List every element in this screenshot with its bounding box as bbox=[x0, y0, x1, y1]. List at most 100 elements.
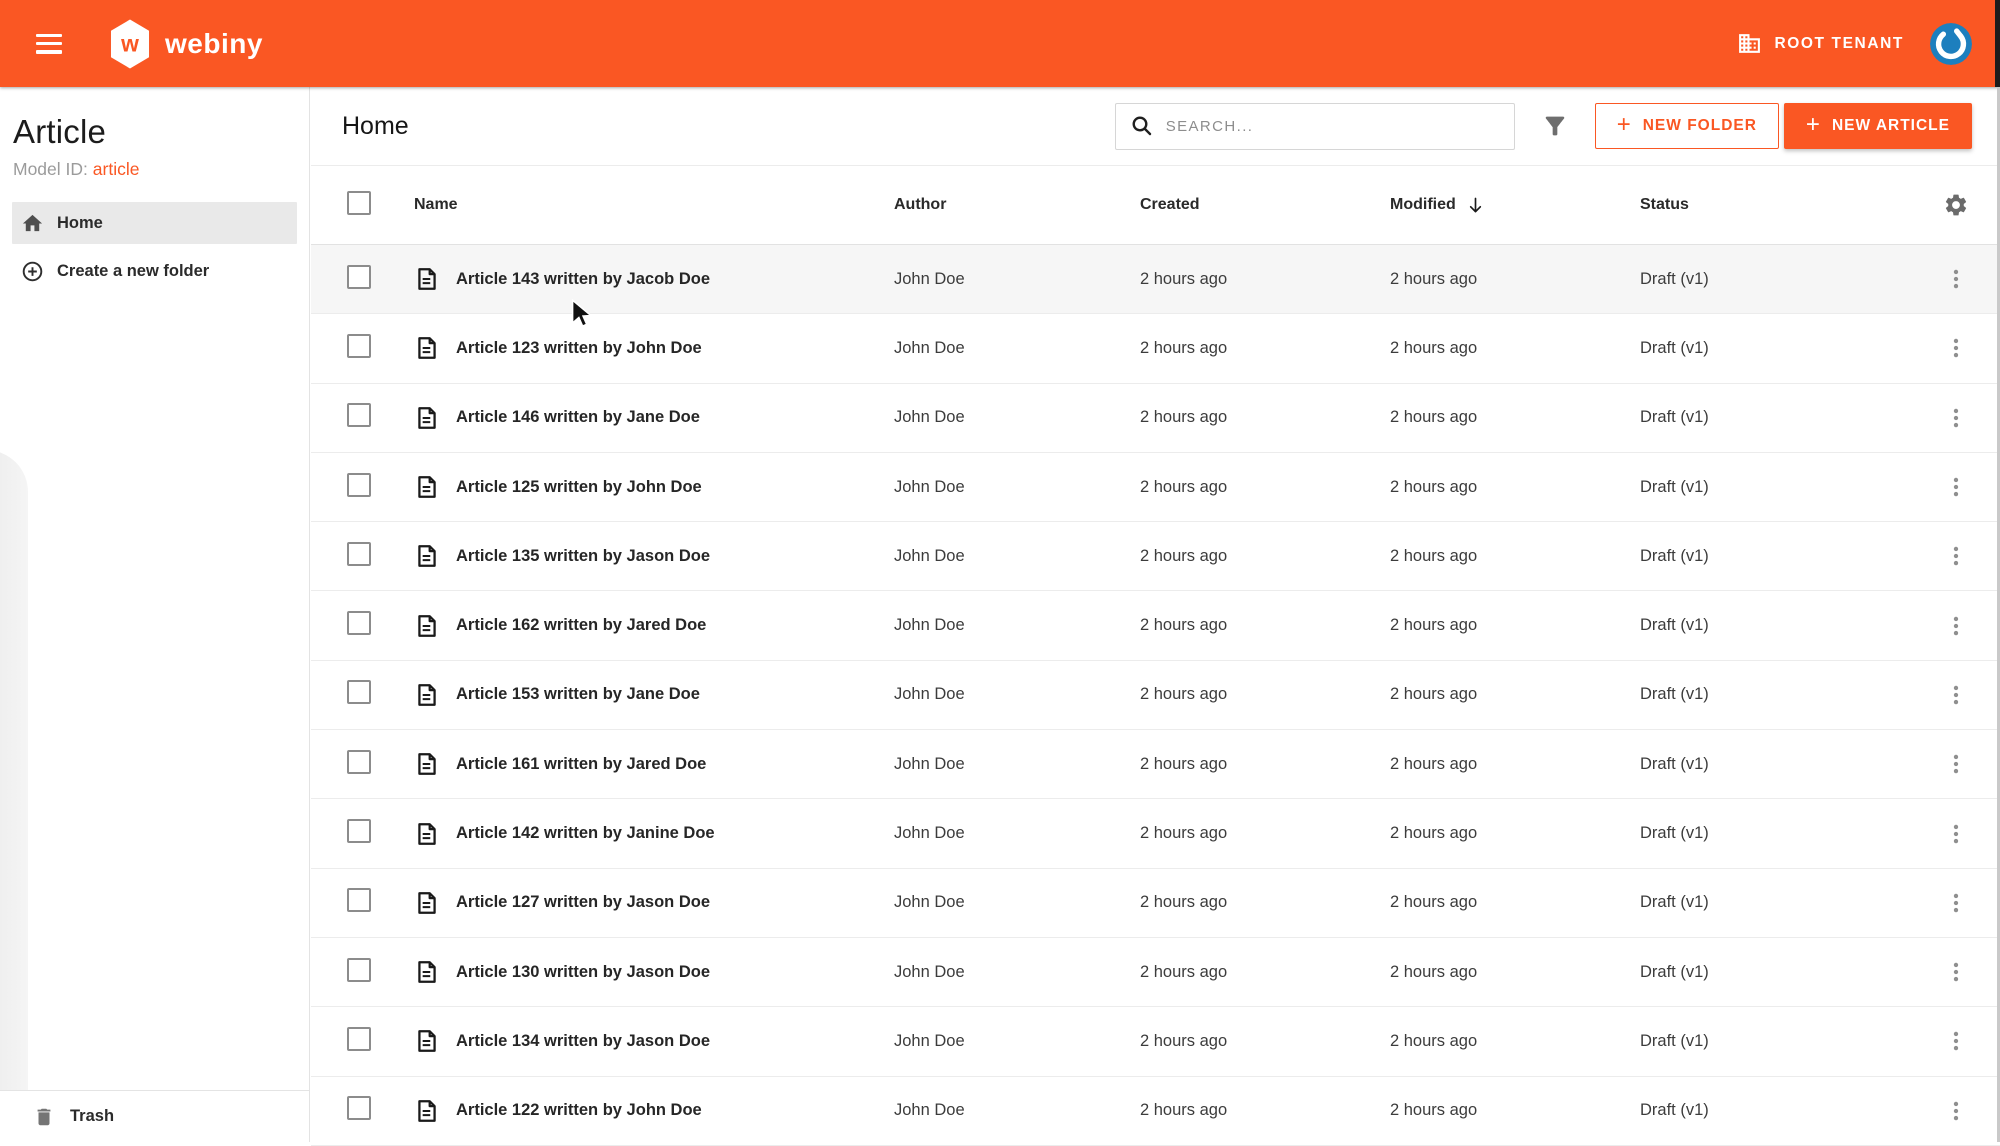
modified-cell: 2 hours ago bbox=[1390, 962, 1478, 981]
kebab-menu-icon[interactable] bbox=[1943, 266, 1969, 292]
status-cell: Draft (v1) bbox=[1640, 685, 1709, 704]
sidebar-item-label: Home bbox=[57, 213, 103, 232]
row-checkbox[interactable] bbox=[347, 541, 371, 566]
row-checkbox[interactable] bbox=[347, 333, 371, 358]
new-folder-label: NEW FOLDER bbox=[1642, 117, 1757, 134]
article-title-link[interactable]: Article 162 written by Jared Doe bbox=[456, 616, 706, 635]
row-checkbox[interactable] bbox=[347, 1026, 371, 1051]
created-cell: 2 hours ago bbox=[1140, 546, 1228, 565]
kebab-menu-icon[interactable] bbox=[1943, 335, 1969, 361]
sidebar-item-home[interactable]: Home bbox=[12, 202, 297, 244]
column-header-created[interactable]: Created bbox=[1140, 196, 1390, 214]
column-header-status[interactable]: Status bbox=[1640, 196, 1930, 214]
table-row[interactable]: Article 162 written by Jared Doe John Do… bbox=[311, 591, 2000, 661]
kebab-menu-icon[interactable] bbox=[1943, 751, 1969, 777]
kebab-menu-icon[interactable] bbox=[1943, 1028, 1969, 1054]
select-all-checkbox[interactable] bbox=[347, 190, 371, 215]
article-file-icon bbox=[418, 268, 436, 291]
status-cell: Draft (v1) bbox=[1640, 754, 1709, 773]
column-header-name[interactable]: Name bbox=[414, 196, 894, 214]
table-row[interactable]: Article 161 written by Jared Doe John Do… bbox=[311, 730, 2000, 800]
author-cell: John Doe bbox=[894, 616, 965, 635]
table-row[interactable]: Article 130 written by Jason Doe John Do… bbox=[311, 937, 2000, 1008]
modified-cell: 2 hours ago bbox=[1390, 477, 1478, 496]
created-cell: 2 hours ago bbox=[1140, 616, 1228, 635]
article-file-icon bbox=[418, 961, 436, 983]
top-app-bar: w webiny ROOT TENANT bbox=[0, 0, 2000, 87]
article-file-icon bbox=[418, 891, 436, 914]
menu-hamburger-icon[interactable] bbox=[36, 33, 62, 54]
kebab-menu-icon[interactable] bbox=[1943, 405, 1969, 431]
article-title-link[interactable]: Article 153 written by Jane Doe bbox=[456, 685, 700, 704]
table-row[interactable]: Article 127 written by Jason Doe John Do… bbox=[311, 868, 2000, 938]
webiny-brand[interactable]: w webiny bbox=[108, 19, 263, 69]
created-cell: 2 hours ago bbox=[1140, 477, 1228, 496]
article-title-link[interactable]: Article 142 written by Janine Doe bbox=[456, 824, 715, 843]
row-checkbox[interactable] bbox=[347, 819, 371, 844]
row-checkbox[interactable] bbox=[347, 611, 371, 636]
kebab-menu-icon[interactable] bbox=[1943, 1098, 1969, 1124]
row-checkbox[interactable] bbox=[347, 680, 371, 705]
tenant-selector[interactable]: ROOT TENANT bbox=[1737, 31, 1904, 56]
new-article-button[interactable]: + NEW ARTICLE bbox=[1783, 103, 1972, 149]
modified-cell: 2 hours ago bbox=[1390, 893, 1478, 912]
article-title-link[interactable]: Article 125 written by John Doe bbox=[456, 478, 702, 497]
column-header-author[interactable]: Author bbox=[894, 196, 1140, 214]
kebab-menu-icon[interactable] bbox=[1943, 474, 1969, 500]
modified-cell: 2 hours ago bbox=[1390, 408, 1478, 427]
article-title-link[interactable]: Article 123 written by John Doe bbox=[456, 339, 702, 358]
table-row[interactable]: Article 143 written by Jacob Doe John Do… bbox=[311, 245, 2000, 315]
model-id-line: Model ID: article bbox=[13, 159, 295, 180]
brand-wordmark: webiny bbox=[165, 27, 263, 59]
search-input[interactable] bbox=[1165, 117, 1502, 135]
row-checkbox[interactable] bbox=[347, 472, 371, 497]
kebab-menu-icon[interactable] bbox=[1943, 959, 1969, 985]
article-title-link[interactable]: Article 161 written by Jared Doe bbox=[456, 755, 706, 774]
row-checkbox[interactable] bbox=[347, 888, 371, 913]
gear-icon[interactable] bbox=[1943, 192, 1969, 218]
article-file-icon bbox=[418, 684, 436, 706]
status-cell: Draft (v1) bbox=[1640, 1101, 1709, 1120]
kebab-menu-icon[interactable] bbox=[1943, 890, 1969, 916]
article-title-link[interactable]: Article 127 written by Jason Doe bbox=[456, 893, 710, 912]
article-file-icon bbox=[418, 406, 436, 429]
table-row[interactable]: Article 134 written by Jason Doe John Do… bbox=[311, 1007, 2000, 1077]
table-row[interactable]: Article 142 written by Janine Doe John D… bbox=[311, 799, 2000, 869]
kebab-menu-icon[interactable] bbox=[1943, 821, 1969, 847]
new-folder-button[interactable]: + NEW FOLDER bbox=[1594, 103, 1779, 149]
table-row[interactable]: Article 135 written by Jason Doe John Do… bbox=[311, 522, 2000, 592]
author-cell: John Doe bbox=[894, 754, 965, 773]
row-checkbox[interactable] bbox=[347, 749, 371, 774]
created-cell: 2 hours ago bbox=[1140, 338, 1228, 357]
article-title-link[interactable]: Article 134 written by Jason Doe bbox=[456, 1032, 710, 1051]
modified-cell: 2 hours ago bbox=[1390, 754, 1478, 773]
kebab-menu-icon[interactable] bbox=[1943, 682, 1969, 708]
article-title-link[interactable]: Article 135 written by Jason Doe bbox=[456, 547, 710, 566]
table-row[interactable]: Article 153 written by Jane Doe John Doe… bbox=[311, 660, 2000, 731]
modified-cell: 2 hours ago bbox=[1390, 824, 1478, 843]
table-row[interactable]: Article 123 written by John Doe John Doe… bbox=[311, 314, 2000, 384]
table-row[interactable]: Article 125 written by John Doe John Doe… bbox=[311, 452, 2000, 523]
sidebar-item-create-folder[interactable]: Create a new folder bbox=[12, 250, 297, 292]
building-icon bbox=[1739, 34, 1761, 53]
author-cell: John Doe bbox=[894, 962, 965, 981]
gravatar-icon bbox=[1930, 22, 1972, 65]
row-checkbox[interactable] bbox=[347, 957, 371, 982]
article-title-link[interactable]: Article 146 written by Jane Doe bbox=[456, 408, 700, 427]
author-cell: John Doe bbox=[894, 893, 965, 912]
sidebar-item-trash[interactable]: Trash bbox=[0, 1090, 309, 1142]
row-checkbox[interactable] bbox=[347, 1096, 371, 1121]
article-title-link[interactable]: Article 143 written by Jacob Doe bbox=[456, 270, 710, 289]
row-checkbox[interactable] bbox=[347, 264, 371, 289]
user-avatar[interactable] bbox=[1930, 22, 1972, 65]
table-row[interactable]: Article 122 written by John Doe John Doe… bbox=[311, 1076, 2000, 1146]
table-row[interactable]: Article 146 written by Jane Doe John Doe… bbox=[311, 383, 2000, 453]
article-title-link[interactable]: Article 130 written by Jason Doe bbox=[456, 963, 710, 982]
filter-button[interactable] bbox=[1515, 112, 1595, 140]
article-file-icon bbox=[418, 476, 436, 498]
column-header-modified[interactable]: Modified bbox=[1390, 195, 1640, 216]
row-checkbox[interactable] bbox=[347, 403, 371, 428]
article-title-link[interactable]: Article 122 written by John Doe bbox=[456, 1101, 702, 1120]
kebab-menu-icon[interactable] bbox=[1943, 613, 1969, 639]
kebab-menu-icon[interactable] bbox=[1943, 543, 1969, 569]
